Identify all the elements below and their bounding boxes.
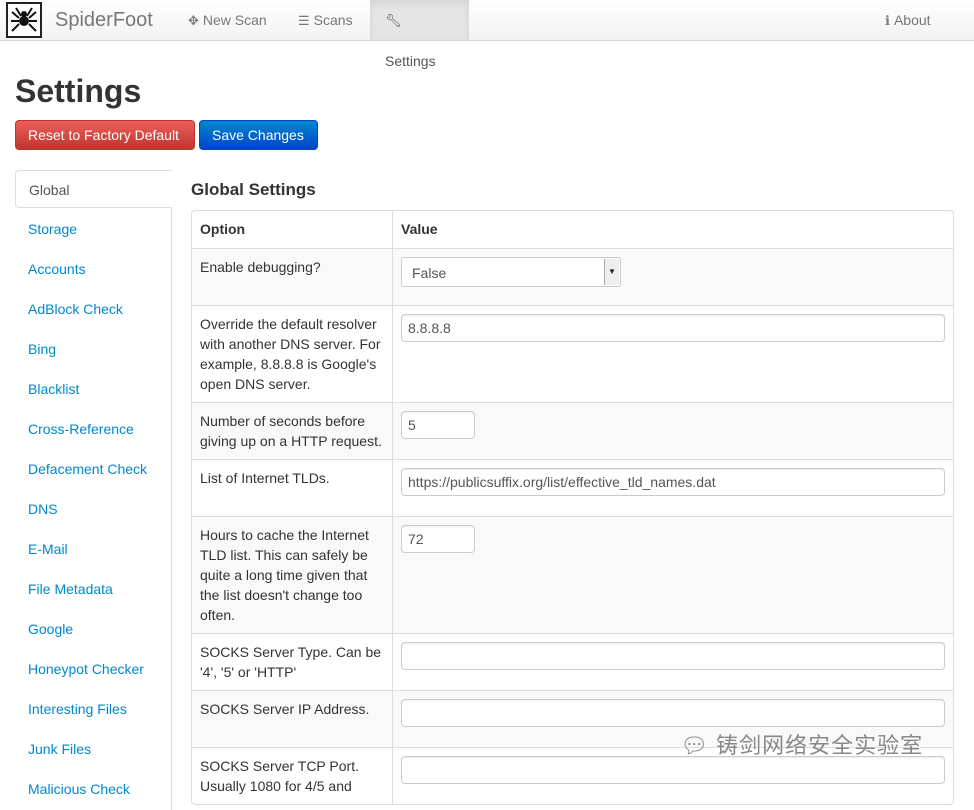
option-label: SOCKS Server Type. Can be '4', '5' or 'H… bbox=[192, 633, 392, 690]
sidebar-item-storage[interactable]: Storage bbox=[15, 210, 172, 248]
section-title: Global Settings bbox=[191, 180, 316, 199]
option-label: Override the default resolver with anoth… bbox=[192, 305, 392, 402]
watermark-text: 铸剑网络安全实验室 bbox=[716, 733, 924, 758]
table-row: List of Internet TLDs. https://publicsuf… bbox=[192, 459, 953, 516]
socks-type-input[interactable] bbox=[401, 642, 945, 670]
brand-name[interactable]: SpiderFoot bbox=[55, 9, 153, 32]
crosshair-icon: ✥ bbox=[188, 13, 199, 28]
sidebar-item-defacement-check[interactable]: Defacement Check bbox=[15, 450, 172, 488]
sidebar-item-google[interactable]: Google bbox=[15, 610, 172, 648]
socks-ip-input[interactable] bbox=[401, 699, 945, 727]
sidebar-item-dns[interactable]: DNS bbox=[15, 490, 172, 528]
sidebar-item-bing[interactable]: Bing bbox=[15, 330, 172, 368]
sidebar-item-cross-reference[interactable]: Cross-Reference bbox=[15, 410, 172, 448]
nav-about[interactable]: ℹ About bbox=[870, 0, 946, 40]
sidebar-item-file-metadata[interactable]: File Metadata bbox=[15, 570, 172, 608]
wrench-icon: 🔧︎ bbox=[385, 13, 402, 28]
value-cell: https://publicsuffix.org/list/effective_… bbox=[392, 459, 953, 516]
http-timeout-input[interactable]: 5 bbox=[401, 411, 475, 439]
option-label: SOCKS Server TCP Port. Usually 1080 for … bbox=[192, 747, 392, 804]
page-title: Settings bbox=[15, 73, 142, 109]
table-row: Enable debugging? False ▼ bbox=[192, 248, 953, 305]
nav-new-scan-label: New Scan bbox=[202, 12, 267, 28]
option-label: List of Internet TLDs. bbox=[192, 459, 392, 516]
watermark: 💬︎ 铸剑网络安全实验室 bbox=[680, 728, 923, 760]
sidebar-item-global[interactable]: Global bbox=[15, 170, 172, 208]
nav-new-scan[interactable]: ✥ New Scan bbox=[173, 0, 282, 40]
tld-list-url-input[interactable]: https://publicsuffix.org/list/effective_… bbox=[401, 468, 945, 496]
column-header-value: Value bbox=[392, 211, 953, 248]
settings-sidebar: Global Storage Accounts AdBlock Check Bi… bbox=[15, 170, 172, 810]
nav-scans-label: Scans bbox=[313, 12, 353, 28]
debug-select-value: False bbox=[412, 265, 447, 281]
sidebar-item-junk-files[interactable]: Junk Files bbox=[15, 730, 172, 768]
value-cell bbox=[392, 633, 953, 690]
option-label: Enable debugging? bbox=[192, 248, 392, 305]
sidebar-item-honeypot-checker[interactable]: Honeypot Checker bbox=[15, 650, 172, 688]
navbar: SpiderFoot ✥ New Scan ☰ Scans 🔧︎ Settings ℹ… bbox=[0, 0, 974, 69]
table-row: Override the default resolver with anoth… bbox=[192, 305, 953, 402]
tld-cache-hours-input[interactable]: 72 bbox=[401, 525, 475, 553]
table-row: Hours to cache the Internet TLD list. Th… bbox=[192, 516, 953, 633]
sidebar-item-email[interactable]: E-Mail bbox=[15, 530, 172, 568]
table-row: Number of seconds before giving up on a … bbox=[192, 402, 953, 459]
column-header-option: Option bbox=[200, 221, 246, 237]
table-row: SOCKS Server Type. Can be '4', '5' or 'H… bbox=[192, 633, 953, 690]
debug-select[interactable]: False ▼ bbox=[401, 257, 621, 287]
settings-table: Option Value Enable debugging? False ▼ O… bbox=[191, 210, 954, 805]
dropdown-arrow-icon: ▼ bbox=[604, 259, 619, 285]
sidebar-item-accounts[interactable]: Accounts bbox=[15, 250, 172, 288]
option-label: Number of seconds before giving up on a … bbox=[192, 402, 392, 459]
sidebar-item-adblock-check[interactable]: AdBlock Check bbox=[15, 290, 172, 328]
info-icon: ℹ bbox=[885, 13, 890, 28]
reset-factory-default-button[interactable]: Reset to Factory Default bbox=[15, 120, 195, 150]
nav-scans[interactable]: ☰ Scans bbox=[283, 0, 368, 40]
nav-about-label: About bbox=[893, 12, 931, 28]
value-cell: 72 bbox=[392, 516, 953, 633]
value-cell: False ▼ bbox=[392, 248, 953, 305]
nav-settings[interactable]: 🔧︎ Settings bbox=[370, 0, 469, 69]
value-cell: 8.8.8.8 bbox=[392, 305, 953, 402]
spider-logo-icon[interactable] bbox=[6, 2, 42, 38]
sidebar-item-interesting-files[interactable]: Interesting Files bbox=[15, 690, 172, 728]
list-icon: ☰ bbox=[298, 13, 310, 28]
option-label: Hours to cache the Internet TLD list. Th… bbox=[192, 516, 392, 633]
dns-resolver-input[interactable]: 8.8.8.8 bbox=[401, 314, 945, 342]
table-header-row: Option Value bbox=[192, 211, 953, 248]
option-label: SOCKS Server IP Address. bbox=[192, 690, 392, 747]
socks-port-input[interactable] bbox=[401, 756, 945, 784]
sidebar-item-malicious-check[interactable]: Malicious Check bbox=[15, 770, 172, 808]
value-cell: 5 bbox=[392, 402, 953, 459]
wechat-icon: 💬︎ bbox=[680, 733, 709, 758]
sidebar-item-blacklist[interactable]: Blacklist bbox=[15, 370, 172, 408]
save-changes-button[interactable]: Save Changes bbox=[199, 120, 318, 150]
nav-settings-label: Settings bbox=[385, 53, 436, 69]
